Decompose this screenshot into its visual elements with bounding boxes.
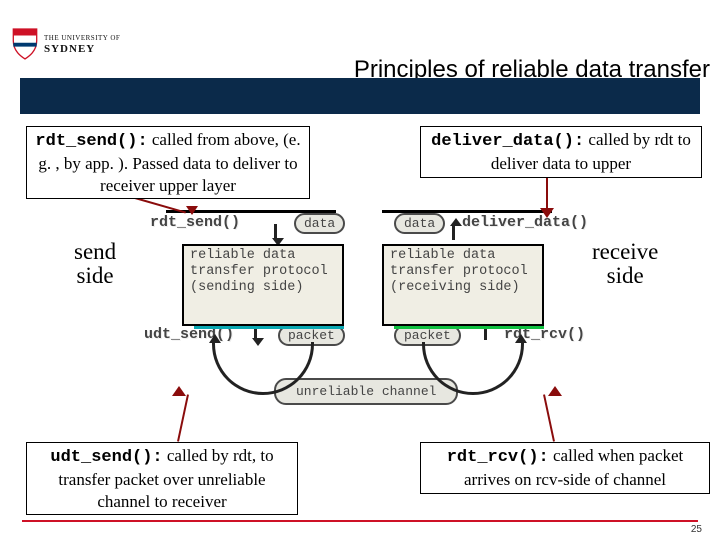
diagram-label-rdt-send: rdt_send(): [150, 214, 240, 231]
fn-name: rdt_rcv():: [447, 448, 549, 467]
fn-name: deliver_data():: [431, 132, 584, 151]
footer-rule: [22, 520, 698, 522]
fn-name: udt_send():: [50, 448, 162, 467]
uni-line2: SYDNEY: [44, 43, 120, 55]
shield-icon: [12, 27, 38, 61]
label-receive-side: receiveside: [592, 240, 658, 289]
callout-deliver-data: deliver_data(): called by rdt to deliver…: [420, 126, 702, 178]
callout-rdt-send: rdt_send(): called from above, (e. g. , …: [26, 126, 310, 199]
page-number: 25: [691, 524, 702, 535]
callout-rdt-rcv: rdt_rcv(): called when packet arrives on…: [420, 442, 710, 494]
diagram-label-deliver-data: deliver_data(): [462, 214, 588, 231]
uni-line1: THE UNIVERSITY OF: [44, 34, 120, 42]
arrow-down-icon: [274, 224, 277, 240]
fn-name: rdt_send():: [35, 132, 147, 151]
slide-header: THE UNIVERSITY OF SYDNEY Principles of r…: [0, 26, 720, 92]
callout-udt-send: udt_send(): called by rdt, to transfer p…: [26, 442, 298, 515]
university-logo: THE UNIVERSITY OF SYDNEY: [12, 20, 152, 68]
protocol-diagram: rdt_send() deliver_data() udt_send() rdt…: [150, 210, 590, 434]
label-send-side: sendside: [74, 240, 116, 289]
proto-box-sending: reliable datatransfer protocol(sending s…: [182, 244, 344, 326]
title-bar: [20, 78, 700, 114]
university-name: THE UNIVERSITY OF SYDNEY: [44, 34, 120, 55]
pill-unreliable-channel: unreliable channel: [274, 378, 458, 405]
pill-data: data: [294, 213, 345, 234]
arrow-up-icon: [452, 224, 455, 240]
proto-box-receiving: reliable datatransfer protocol(receiving…: [382, 244, 544, 326]
pill-data: data: [394, 213, 445, 234]
